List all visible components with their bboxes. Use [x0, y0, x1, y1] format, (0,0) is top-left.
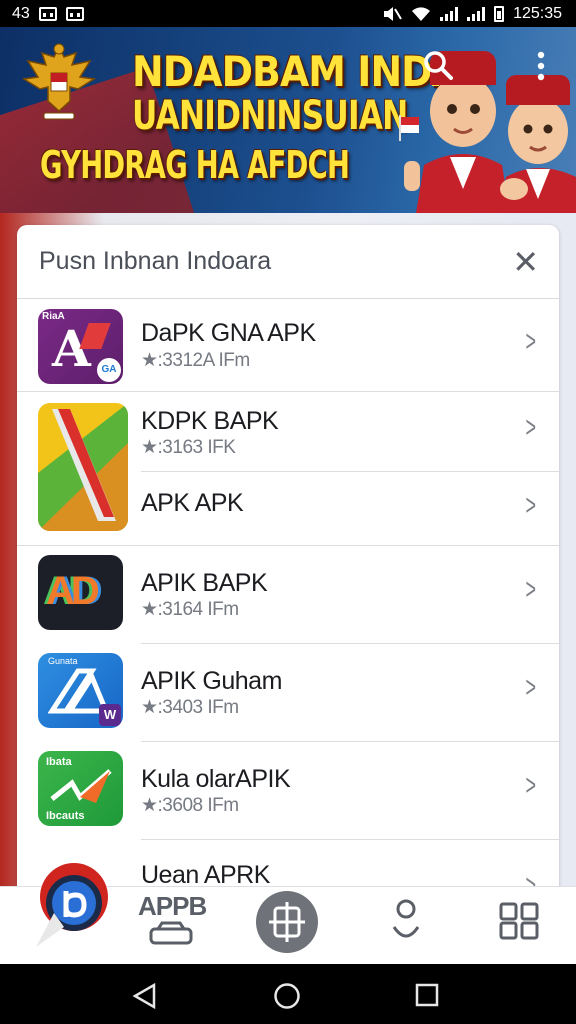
- app-list-sheet: Pusn Inbnan Indoara ✕ RiaA A GA DaPK GNA…: [17, 225, 559, 905]
- car-icon[interactable]: [148, 921, 194, 947]
- app-icon-6-text: Ibata: [46, 756, 72, 768]
- app-meta: ★:3163 IFK: [141, 437, 236, 458]
- header-banner: NDADBAM INDAD UANIDNINSUIAN GYHDRAG HA A…: [0, 27, 576, 213]
- recents-icon[interactable]: [415, 983, 439, 1007]
- chevron-right-icon: >: [525, 671, 537, 704]
- sheet-title: Pusn Inbnan Indoara: [39, 247, 272, 275]
- chevron-right-icon: >: [525, 769, 537, 802]
- list-item[interactable]: Ibata Ibcauts Kula olarAPIK ★:3608 IFm >: [17, 741, 559, 839]
- list-item[interactable]: RiaA A GA DaPK GNA APK ★:3312A IFm >: [17, 299, 559, 391]
- app-notification-icon: [65, 6, 84, 21]
- home-icon[interactable]: [273, 982, 301, 1010]
- chevron-right-icon: >: [525, 573, 537, 606]
- app-meta: ★:3403 IFm: [141, 697, 239, 718]
- app-meta: ★:3312A IFm: [141, 350, 250, 371]
- sheet-header: Pusn Inbnan Indoara ✕: [17, 225, 559, 299]
- app-icon-5: Gunata W: [38, 653, 123, 728]
- close-icon[interactable]: ✕: [512, 246, 539, 278]
- scan-home-button[interactable]: [255, 890, 319, 954]
- signal-icon-2: [467, 6, 486, 21]
- gallery-notification-icon: [38, 6, 57, 21]
- app-icon-4: AD: [38, 555, 123, 630]
- garuda-emblem-icon: [21, 43, 97, 120]
- chevron-right-icon: >: [525, 325, 537, 358]
- profile-icon[interactable]: [390, 899, 422, 941]
- app-icon-6: Ibata Ibcauts: [38, 751, 123, 826]
- chevron-right-icon: >: [525, 411, 537, 444]
- clock: 125:35: [513, 4, 562, 22]
- app-name: Kula olarAPIK: [141, 765, 291, 793]
- app-icon-2: [38, 403, 128, 531]
- battery-icon: [494, 5, 505, 22]
- wifi-icon: [412, 6, 431, 21]
- app-shortcut-icon[interactable]: [34, 857, 110, 949]
- app-name: APIK BAPK: [141, 569, 268, 597]
- app-name: DaPK GNA APK: [141, 319, 316, 347]
- app-name: APIK Guham: [141, 667, 282, 695]
- app-name: APK APK: [141, 489, 244, 517]
- app-icon-1: RiaA A GA: [38, 309, 123, 384]
- app-icon-5-badge: W: [99, 704, 121, 726]
- search-icon[interactable]: [422, 49, 454, 81]
- app-name: KDPK BAPK: [141, 407, 279, 435]
- chevron-right-icon: >: [525, 489, 537, 522]
- mute-icon: [384, 6, 402, 21]
- app-icon-6-text2: Ibcauts: [46, 810, 85, 822]
- status-left-text: 43: [12, 4, 30, 22]
- app-label: APPB: [138, 891, 207, 921]
- children-illustration: [404, 51, 576, 213]
- app-meta: ★:3164 IFm: [141, 599, 239, 620]
- bottom-nav: APPB: [0, 863, 576, 964]
- app-icon-5-text: Gunata: [48, 656, 78, 666]
- app-icon-1-badge: GA: [97, 358, 121, 382]
- grid-menu-icon[interactable]: [498, 901, 540, 941]
- banner-headline-3: GYHDRAG HA AFDCH: [40, 143, 350, 187]
- status-bar: 43 125:35: [0, 0, 576, 27]
- banner-headline-2: UANIDNINSUIAN: [132, 93, 408, 139]
- app-icon-4-text: AD: [46, 569, 100, 613]
- system-nav-bar: [0, 964, 576, 1024]
- app-meta: ★:3608 IFm: [141, 795, 239, 816]
- back-icon[interactable]: [132, 982, 158, 1010]
- more-vert-icon[interactable]: [536, 51, 546, 81]
- signal-icon: [440, 6, 459, 21]
- list-item[interactable]: Gunata W APIK Guham ★:3403 IFm >: [17, 643, 559, 741]
- list-item[interactable]: AD APIK BAPK ★:3164 IFm >: [17, 545, 559, 643]
